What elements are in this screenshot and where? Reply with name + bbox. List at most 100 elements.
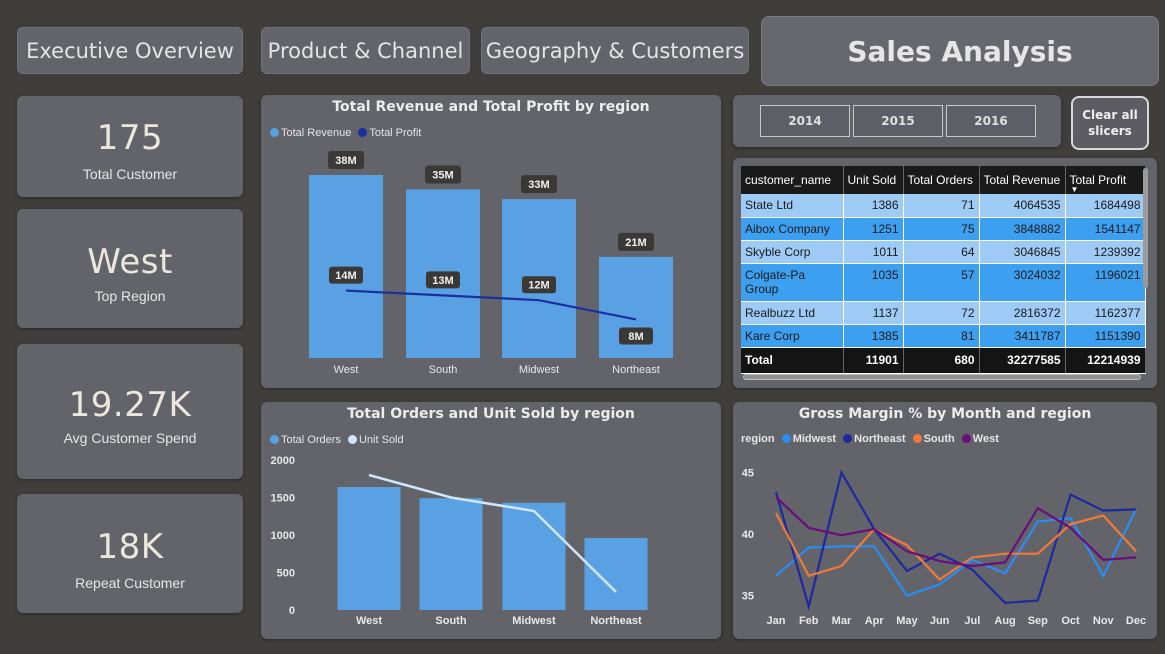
- column-header-unit-sold[interactable]: Unit Sold: [843, 166, 904, 194]
- cell-total-orders: 81: [903, 324, 980, 348]
- bar-orders-west: [337, 487, 401, 610]
- x-tick-label: Jun: [930, 615, 950, 627]
- cell-total-profit: 1684498: [1065, 194, 1146, 218]
- bar-orders-midwest: [502, 502, 566, 610]
- cell-total-profit: 12214939: [1065, 347, 1146, 374]
- x-tick-label: Jul: [964, 615, 980, 627]
- customer-table: customer_name Unit Sold Total Orders Tot…: [741, 166, 1146, 374]
- table-row[interactable]: Skyble Corp 1011 64 3046845 1239392: [741, 240, 1146, 264]
- y-tick-label: 45: [742, 467, 754, 479]
- table-row[interactable]: Realbuzz Ltd 1137 72 2816372 1162377: [741, 301, 1146, 325]
- vertical-scrollbar[interactable]: [1143, 168, 1148, 288]
- cell-total-profit: 1196021: [1065, 263, 1146, 302]
- data-label-profit: 12M: [528, 280, 549, 292]
- kpi-total-customer: 175 Total Customer: [17, 96, 243, 197]
- table-header-row: customer_name Unit Sold Total Orders Tot…: [741, 166, 1146, 194]
- cell-total-orders: 71: [903, 194, 980, 218]
- kpi-value: 18K: [96, 527, 164, 567]
- sort-desc-icon: ▼: [1070, 185, 1079, 194]
- gross-margin-plot: 45 40 35 Jan Feb Mar Apr May Jun Jul Aug Sep Oct Nov D…: [742, 467, 1146, 627]
- data-label-profit: 13M: [432, 275, 453, 287]
- orders-units-chart: Total Orders and Unit Sold by region Tot…: [261, 402, 721, 639]
- x-tick-label: South: [435, 615, 466, 627]
- x-tick-label: Northeast: [612, 364, 660, 376]
- bar-orders-northeast: [584, 538, 648, 610]
- x-tick-label: May: [896, 615, 918, 627]
- kpi-label: Avg Customer Spend: [63, 430, 197, 446]
- data-label-revenue: 21M: [625, 237, 646, 249]
- x-tick-label: Oct: [1061, 615, 1080, 627]
- cell-customer-name: State Ltd: [741, 194, 844, 218]
- y-tick-label: 40: [742, 529, 754, 541]
- y-tick-label: 2000: [271, 455, 295, 467]
- data-label-profit: 14M: [335, 270, 356, 282]
- bar-orders-south: [419, 498, 483, 610]
- year-2015-button[interactable]: 2015: [853, 105, 943, 137]
- x-tick-label: Dec: [1126, 615, 1146, 627]
- column-header-total-revenue[interactable]: Total Revenue: [979, 166, 1066, 194]
- clear-slicers-label: Clear all slicers: [1082, 107, 1138, 139]
- cell-customer-name: Skyble Corp: [741, 240, 844, 264]
- tab-product-channel[interactable]: Product & Channel: [261, 27, 470, 74]
- x-tick-label: Sep: [1028, 615, 1048, 627]
- cell-total-orders: 57: [903, 263, 980, 302]
- line-west: [775, 496, 1137, 568]
- tab-geography-customers[interactable]: Geography & Customers: [481, 27, 749, 74]
- orders-units-plot: 2000 1500 1000 500 0 West South Midwest Northeas…: [271, 455, 648, 627]
- data-label-revenue: 35M: [432, 169, 453, 181]
- kpi-repeat-customer: 18K Repeat Customer: [17, 494, 243, 613]
- x-tick-label: Northeast: [590, 615, 642, 627]
- cell-total-orders: 64: [903, 240, 980, 264]
- clear-slicers-line: Clear all: [1082, 108, 1138, 122]
- table-row[interactable]: Kare Corp 1385 81 3411787 1151390: [741, 324, 1146, 348]
- column-header-total-profit[interactable]: Total Profit ▼: [1065, 166, 1146, 194]
- tab-executive-overview[interactable]: Executive Overview: [17, 27, 243, 74]
- kpi-top-region: West Top Region: [17, 209, 243, 328]
- bar-revenue-west: [309, 175, 383, 358]
- horizontal-scrollbar[interactable]: [743, 374, 1141, 380]
- revenue-profit-chart: Total Revenue and Total Profit by region…: [261, 95, 721, 388]
- cell-name-line: Group: [745, 282, 779, 296]
- x-tick-label: Mar: [832, 615, 852, 627]
- cell-customer-name: Aibox Company: [741, 217, 844, 241]
- line-total-profit: [345, 289, 637, 321]
- cell-total-orders: 680: [903, 347, 980, 374]
- cell-total-profit: 1541147: [1065, 217, 1146, 241]
- cell-total-revenue: 3411787: [979, 324, 1066, 348]
- cell-total-orders: 72: [903, 301, 980, 325]
- kpi-avg-customer-spend: 19.27K Avg Customer Spend: [17, 344, 243, 479]
- year-2014-button[interactable]: 2014: [760, 105, 850, 137]
- year-2016-button[interactable]: 2016: [946, 105, 1036, 137]
- x-tick-label: Jan: [767, 615, 786, 627]
- cell-total-revenue: 4064535: [979, 194, 1066, 218]
- clear-slicers-line: slicers: [1088, 124, 1132, 138]
- cell-total-revenue: 32277585: [979, 347, 1066, 374]
- kpi-label: Repeat Customer: [75, 575, 185, 591]
- cell-customer-name: Kare Corp: [741, 324, 844, 348]
- y-tick-label: 0: [289, 605, 295, 617]
- data-label-profit: 8M: [628, 331, 643, 343]
- table-row[interactable]: State Ltd 1386 71 4064535 1684498: [741, 194, 1146, 218]
- customer-table-card: customer_name Unit Sold Total Orders Tot…: [733, 158, 1157, 388]
- cell-total-orders: 75: [903, 217, 980, 241]
- cell-customer-name: Realbuzz Ltd: [741, 301, 844, 325]
- kpi-value: West: [87, 242, 173, 282]
- cell-name-line: Colgate-Pa: [745, 268, 806, 282]
- x-tick-label: Midwest: [519, 364, 559, 376]
- kpi-value: 19.27K: [68, 385, 192, 425]
- kpi-label: Top Region: [94, 288, 166, 304]
- cell-total-profit: 1239392: [1065, 240, 1146, 264]
- x-tick-label: West: [356, 615, 382, 627]
- cell-customer-name: Colgate-Pa Group: [741, 263, 844, 302]
- gross-margin-chart: Gross Margin % by Month and region regio…: [733, 402, 1157, 639]
- cell-unit-sold: 1011: [843, 240, 904, 264]
- clear-slicers-button[interactable]: Clear all slicers: [1071, 96, 1149, 150]
- column-header-customer-name[interactable]: customer_name: [741, 166, 844, 194]
- line-unit-sold: [368, 473, 617, 593]
- x-tick-label: South: [429, 364, 458, 376]
- y-tick-label: 500: [277, 568, 295, 580]
- table-row[interactable]: Colgate-Pa Group 1035 57 3024032 1196021: [741, 263, 1146, 302]
- column-header-total-orders[interactable]: Total Orders: [903, 166, 980, 194]
- table-row[interactable]: Aibox Company 1251 75 3848882 1541147: [741, 217, 1146, 241]
- kpi-label: Total Customer: [82, 166, 178, 182]
